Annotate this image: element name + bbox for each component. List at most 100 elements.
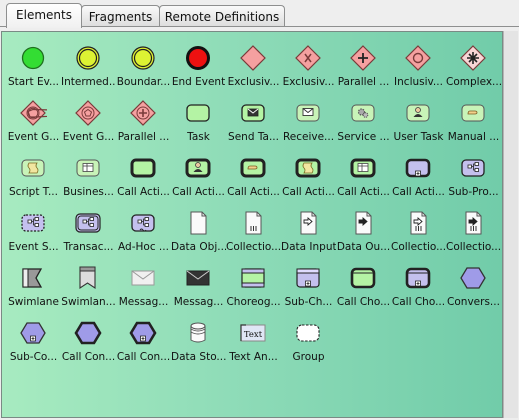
palette-item-label: Call Acti... (117, 186, 170, 198)
palette-item-receive-task[interactable]: Receive... (281, 99, 336, 154)
boundary-event-icon (129, 44, 157, 72)
choreography-icon (239, 264, 267, 292)
swimlane-2-icon (74, 264, 102, 292)
palette-item-script-task[interactable]: Script T... (6, 154, 61, 209)
palette-item-call-conversation[interactable]: Call Con... (61, 319, 116, 374)
palette-item-inclusive-gateway[interactable]: Inclusiv... (391, 44, 446, 99)
palette-item-exclusive-gateway-x[interactable]: Exclusiv... (281, 44, 336, 99)
palette-item-label: Boundar... (116, 76, 171, 88)
sub-process-icon (459, 154, 487, 182)
palette-item-exclusive-gateway[interactable]: Exclusiv... (226, 44, 281, 99)
palette-item-label: Choreog... (226, 296, 281, 308)
palette-item-data-store[interactable]: Data Sto... (171, 319, 226, 374)
palette-item-label: Event G... (7, 131, 60, 143)
data-store-icon (184, 319, 212, 347)
palette-item-complex-gateway[interactable]: Complex... (446, 44, 501, 99)
palette-item-business-rule-task[interactable]: Busines... (61, 154, 116, 209)
palette-item-swimlane[interactable]: Swimlane (6, 264, 61, 319)
palette-item-call-activity-rule[interactable]: Call Acti... (336, 154, 391, 209)
palette-item-data-input-collection[interactable]: Collectio... (391, 209, 446, 264)
palette-item-label: End Event (171, 76, 226, 88)
palette-item-label: Parallel ... (337, 76, 390, 88)
palette-item-intermediate-event[interactable]: Intermed... (61, 44, 116, 99)
palette-item-label: Receive... (282, 131, 335, 143)
palette-item-transaction[interactable]: Transac... (61, 209, 116, 264)
palette-item-call-activity-user[interactable]: Call Acti... (171, 154, 226, 209)
palette-item-start-event[interactable]: Start Ev... (6, 44, 61, 99)
palette-item-choreography[interactable]: Choreog... (226, 264, 281, 319)
call-activity-script-icon (294, 154, 322, 182)
palette-item-parallel-gateway[interactable]: Parallel ... (336, 44, 391, 99)
tab-remote-definitions[interactable]: Remote Definitions (159, 5, 285, 27)
palette-item-data-input[interactable]: Data Input (281, 209, 336, 264)
palette-item-call-activity[interactable]: Call Acti... (116, 154, 171, 209)
palette-item-data-object[interactable]: Data Obj... (171, 209, 226, 264)
palette-item-label: Swimlan... (61, 296, 116, 308)
palette-item-adhoc-subprocess[interactable]: Ad-Hoc ... (116, 209, 171, 264)
elements-palette: Start Ev... Intermed... Boundar... End Even… (1, 31, 503, 418)
palette-item-label: Script T... (9, 186, 58, 198)
palette-item-data-output[interactable]: Data Ou... (336, 209, 391, 264)
user-task-icon (404, 99, 432, 127)
data-object-icon (184, 209, 212, 237)
palette-scrollbar[interactable] (503, 31, 518, 418)
tab-elements[interactable]: Elements (6, 3, 82, 28)
palette-item-event-gateway[interactable]: Event G... (6, 99, 61, 154)
call-activity-manual-icon (239, 154, 267, 182)
intermediate-event-icon (74, 44, 102, 72)
palette-item-label: Sub-Ch... (284, 296, 333, 308)
exclusive-gateway-x-icon (294, 44, 322, 72)
exclusive-gateway-icon (239, 44, 267, 72)
palette-item-label: Parallel ... (117, 131, 170, 143)
palette-item-swimlane-2[interactable]: Swimlan... (61, 264, 116, 319)
start-event-icon (19, 44, 47, 72)
tab-bar: Elements Fragments Remote Definitions (0, 0, 519, 28)
palette-item-call-activity-manual[interactable]: Call Acti... (226, 154, 281, 209)
palette-item-end-event[interactable]: End Event (171, 44, 226, 99)
palette-item-text-annotation[interactable]: Text Text An... (226, 319, 281, 374)
swimlane-icon (19, 264, 47, 292)
palette-item-user-task[interactable]: User Task (391, 99, 446, 154)
parallel-gateway-icon (349, 44, 377, 72)
palette-item-label: Sub-Co... (9, 351, 58, 363)
palette-item-label: Collectio... (391, 241, 446, 253)
palette-item-boundary-event[interactable]: Boundar... (116, 44, 171, 99)
palette-item-label: User Task (393, 131, 444, 143)
palette-item-call-activity-script[interactable]: Call Acti... (281, 154, 336, 209)
palette-item-label: Data Obj... (171, 241, 226, 253)
palette-item-event-subprocess[interactable]: Event S... (6, 209, 61, 264)
palette-item-send-task[interactable]: Send Ta... (226, 99, 281, 154)
call-activity-icon (129, 154, 157, 182)
palette-item-message[interactable]: Messag... (116, 264, 171, 319)
call-conversation-icon (74, 319, 102, 347)
palette-item-call-conversation-2[interactable]: Call Con... (116, 319, 171, 374)
palette-item-sub-choreography[interactable]: Sub-Ch... (281, 264, 336, 319)
palette-item-event-gateway-2[interactable]: Event G... (61, 99, 116, 154)
palette-item-group[interactable]: Group (281, 319, 336, 374)
event-subprocess-icon (19, 209, 47, 237)
palette-item-data-output-collection[interactable]: Collectio... (446, 209, 501, 264)
call-activity-rule-icon (349, 154, 377, 182)
palette-item-call-activity-collapsed[interactable]: Call Acti... (391, 154, 446, 209)
palette-item-conversation[interactable]: Convers... (446, 264, 501, 319)
palette-item-task[interactable]: Task (171, 99, 226, 154)
palette-item-data-collection[interactable]: Collectio... (226, 209, 281, 264)
palette-item-call-choreography-2[interactable]: Call Cho... (391, 264, 446, 319)
palette-item-label: Service ... (337, 131, 390, 143)
text-annotation-glyph: Text (244, 330, 263, 340)
palette-item-label: Exclusiv... (227, 76, 280, 88)
tab-fragments[interactable]: Fragments (81, 5, 160, 27)
palette-item-label: Collectio... (446, 241, 501, 253)
palette-item-message-dark[interactable]: Messag... (171, 264, 226, 319)
palette-item-service-task[interactable]: Service ... (336, 99, 391, 154)
palette-item-label: Swimlane (8, 296, 59, 308)
palette-item-parallel-event-gateway[interactable]: Parallel ... (116, 99, 171, 154)
palette-item-label: Send Ta... (228, 131, 279, 143)
palette-item-sub-process[interactable]: Sub-Pro... (446, 154, 501, 209)
palette-item-label: Busines... (63, 186, 114, 198)
palette-item-sub-conversation[interactable]: Sub-Co... (6, 319, 61, 374)
receive-task-icon (294, 99, 322, 127)
palette-item-manual-task[interactable]: Manual ... (446, 99, 501, 154)
palette-item-call-choreography[interactable]: Call Cho... (336, 264, 391, 319)
script-task-icon (19, 154, 47, 182)
